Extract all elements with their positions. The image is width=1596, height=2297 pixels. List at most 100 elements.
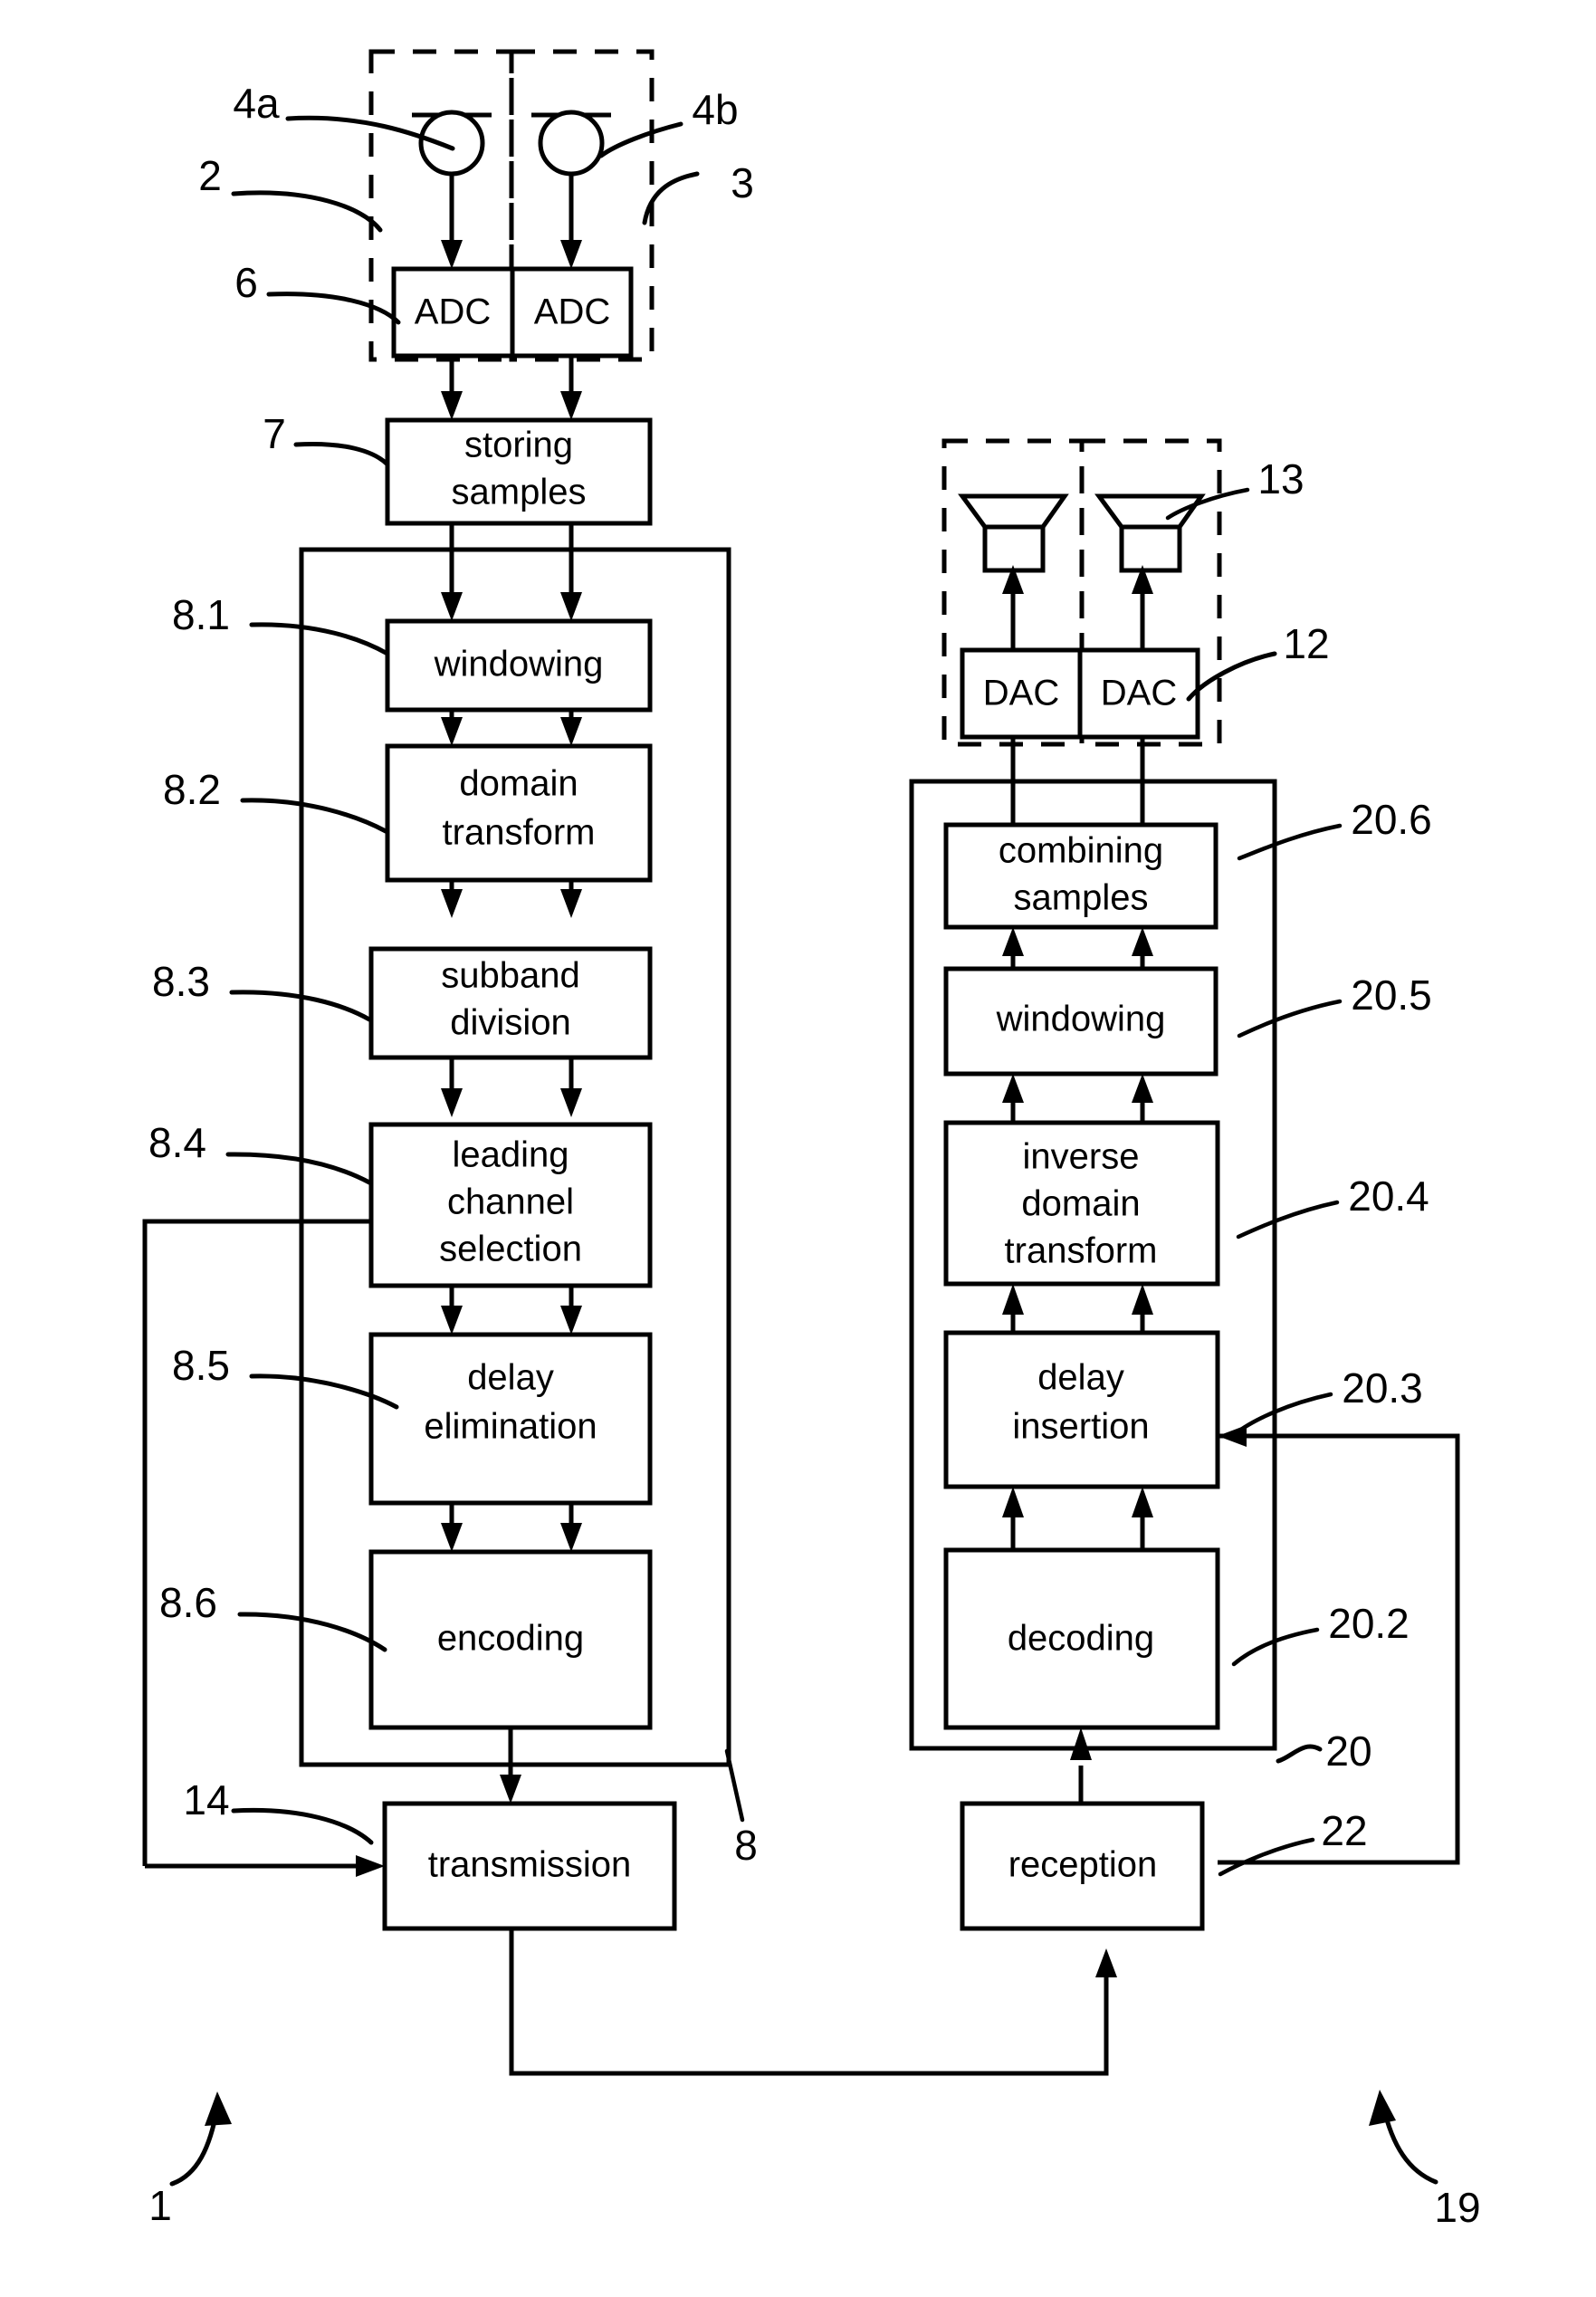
block-reception-label: reception [1008, 1845, 1158, 1885]
ref-numeral-8: 8 [734, 1822, 758, 1869]
leader-20-5 [1237, 999, 1343, 1038]
loudspeaker-left-icon [958, 493, 1069, 573]
ref-numeral-22: 22 [1321, 1807, 1367, 1854]
ref-numeral-14: 14 [183, 1776, 229, 1823]
leader-12 [1186, 651, 1277, 702]
wire-mic-right-to-adc [560, 174, 582, 269]
block-domain-transform-label-1: domain [459, 764, 578, 804]
arrowhead-leader-1 [205, 2091, 232, 2126]
ref-numeral-7: 7 [263, 410, 286, 457]
block-transmission-label: transmission [428, 1845, 632, 1885]
patent-figure-page: ADC ADC storing samples windowing domain… [0, 0, 1596, 2297]
block-windowing-rx-label: windowing [996, 1000, 1166, 1039]
ref-numeral-8-3: 8.3 [152, 958, 210, 1005]
wire-inversedt-to-windowing-right [1132, 1074, 1153, 1123]
leader-2 [231, 190, 383, 233]
wire-storing-to-windowing-right [560, 523, 582, 621]
wire-dac-right-to-speaker [1132, 565, 1153, 650]
leader-20-3 [1232, 1392, 1333, 1437]
ref-numeral-20-6: 20.6 [1351, 796, 1432, 843]
block-delay-insertion-label-1: delay [1037, 1358, 1124, 1398]
block-inverse-domain-transform-label-2: domain [1021, 1184, 1140, 1224]
ref-numeral-8-6: 8.6 [159, 1579, 217, 1626]
block-leading-channel-selection-label-2: channel [447, 1182, 574, 1222]
ref-numeral-8-2: 8.2 [163, 766, 221, 813]
microphone-right-icon [531, 110, 611, 177]
microphone-left-icon [412, 110, 492, 177]
wire-transmission-to-reception [509, 1929, 1109, 2076]
wire-subband-to-leading-right [560, 1058, 582, 1117]
wire-domaintransform-to-subband-right [560, 880, 582, 918]
wire-windowing-to-domaintransform-right [560, 710, 582, 746]
block-diagram: ADC ADC storing samples windowing domain… [142, 49, 1481, 2231]
ref-numeral-8-5: 8.5 [172, 1342, 230, 1389]
wire-adc-right-to-storing [560, 356, 582, 420]
block-encoding-label: encoding [437, 1619, 584, 1659]
wire-delayelim-to-encoding-left [441, 1503, 463, 1552]
block-domain-transform-label-2: transform [443, 813, 596, 853]
wire-leading-to-transmission-feedback [142, 1219, 371, 1866]
block-subband-division-label-1: subband [441, 956, 579, 996]
block-windowing-tx-label: windowing [434, 645, 604, 684]
wire-windowing-to-domaintransform-left [441, 710, 463, 746]
ref-numeral-13: 13 [1257, 455, 1304, 502]
wire-windowing-to-combining-right [1132, 927, 1153, 969]
wire-leading-to-delayelim-left [441, 1286, 463, 1335]
block-leading-channel-selection-label-1: leading [452, 1135, 569, 1175]
block-storing-samples-label-2: samples [452, 473, 587, 512]
wire-dac-left-to-speaker [1002, 565, 1024, 650]
wire-subband-to-leading-left [441, 1058, 463, 1117]
block-delay-insertion-label-2: insertion [1012, 1407, 1149, 1447]
wire-reception-to-decoding [1070, 1728, 1092, 1804]
block-combining-samples-label-2: samples [1014, 878, 1149, 918]
arrowhead-leader-19 [1369, 2090, 1396, 2126]
wire-delayelim-to-encoding-right [560, 1503, 582, 1552]
leader-8-1 [249, 622, 390, 656]
block-dac-right-label: DAC [1101, 674, 1177, 713]
wire-leading-to-delayelim-right [560, 1286, 582, 1335]
block-decoding-label: decoding [1008, 1619, 1154, 1659]
block-delay-elimination-label-2: elimination [424, 1407, 597, 1447]
wire-mic-left-to-adc [441, 174, 463, 269]
wire-storing-to-windowing-left [441, 523, 463, 621]
block-leading-channel-selection-label-3: selection [439, 1230, 582, 1269]
arrowhead-into-reception [1095, 1948, 1117, 1977]
leader-8-4 [225, 1152, 372, 1185]
ref-numeral-12: 12 [1283, 620, 1329, 667]
leader-20 [1276, 1744, 1323, 1764]
ref-numeral-6: 6 [234, 259, 258, 306]
block-inverse-domain-transform-label-1: inverse [1023, 1137, 1140, 1177]
leader-20-4 [1236, 1200, 1340, 1239]
leader-4b [598, 121, 683, 158]
ref-numeral-20-4: 20.4 [1348, 1172, 1429, 1220]
leader-8 [724, 1748, 745, 1823]
block-subband-division-label-2: division [450, 1003, 570, 1043]
block-adc-left-label: ADC [415, 292, 491, 332]
arrow-feedback-into-transmission [145, 1855, 385, 1877]
block-storing-samples-label-1: storing [464, 426, 573, 465]
wire-delayins-to-inversedt-right [1132, 1284, 1153, 1333]
leader-6 [266, 292, 401, 325]
wire-decoding-to-delayins-left [1002, 1487, 1024, 1550]
leader-8-6 [237, 1612, 387, 1652]
leader-8-2 [240, 798, 388, 834]
ref-numeral-20: 20 [1325, 1728, 1371, 1775]
ref-numeral-1: 1 [148, 2182, 172, 2229]
ref-numeral-4b: 4b [692, 86, 738, 133]
block-combining-samples-label-1: combining [999, 831, 1163, 871]
ref-numeral-20-3: 20.3 [1342, 1364, 1423, 1412]
leader-22 [1218, 1837, 1315, 1877]
wire-adc-left-to-storing [441, 356, 463, 420]
ref-numeral-2: 2 [198, 152, 222, 199]
wire-windowing-to-combining-left [1002, 927, 1024, 969]
block-inverse-domain-transform-label-3: transform [1005, 1231, 1158, 1271]
ref-numeral-19: 19 [1434, 2184, 1480, 2231]
block-adc-right-label: ADC [534, 292, 610, 332]
leader-7 [293, 441, 389, 466]
leader-20-6 [1237, 823, 1343, 861]
leader-14 [231, 1807, 374, 1845]
wire-inversedt-to-windowing-left [1002, 1074, 1024, 1123]
ref-numeral-4a: 4a [233, 80, 280, 127]
block-delay-elimination-label-1: delay [467, 1358, 554, 1398]
wire-decoding-to-delayins-right [1132, 1487, 1153, 1550]
